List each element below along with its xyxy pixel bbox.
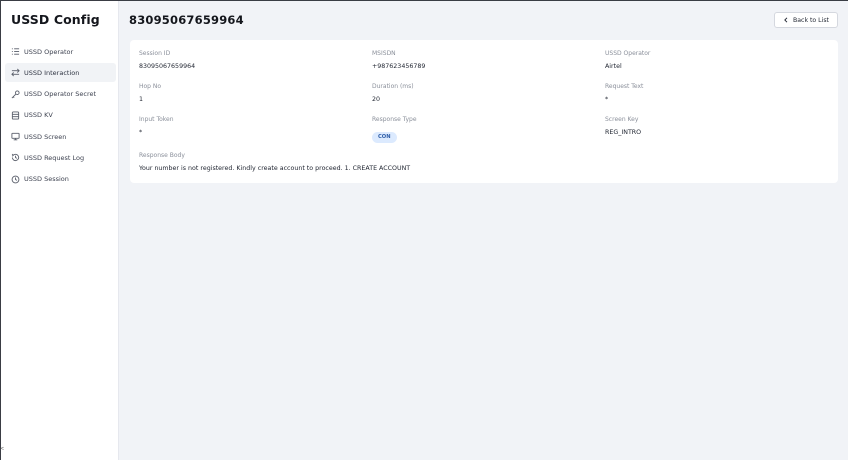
sidebar: USSD Config USSD Operator USSD Interacti… [1,1,119,460]
field-value: 83095067659964 [139,63,196,70]
field-value: 20 [372,96,381,103]
field-value: 1 [139,96,144,103]
field-request-text: Request Text * [605,83,643,103]
sidebar-item-ussd-interaction[interactable]: USSD Interaction [5,63,116,83]
sidebar-item-label: USSD Operator [24,47,74,56]
sidebar-nav: USSD Operator USSD Interaction USSD Oper… [5,42,116,191]
window-frame-top [0,0,848,1]
list-icon [10,47,20,57]
back-to-list-label: Back to List [793,16,829,24]
monitor-icon [10,132,20,142]
field-label: Screen Key [605,116,639,123]
back-to-list-button[interactable]: Back to List [774,12,838,28]
field-label: USSD Operator [605,50,651,57]
field-label: MSISDN [372,50,396,57]
sidebar-item-label: USSD Request Log [24,153,85,162]
sidebar-item-ussd-operator[interactable]: USSD Operator [5,42,116,61]
field-msisdn: MSISDN +987623456789 [372,50,425,70]
field-label: Response Body [139,152,185,159]
field-response-body: Response Body Your number is not registe… [139,152,410,172]
field-input-token: Input Token * [139,116,174,136]
field-value: REG_INTRO [605,129,642,136]
sidebar-item-ussd-session[interactable]: USSD Session [5,170,116,189]
field-label: Response Type [372,116,417,123]
field-label: Input Token [139,116,174,123]
key-icon [10,89,20,99]
arrows-swap-icon [10,68,20,78]
app-title: USSD Config [11,12,100,27]
field-label: Session ID [139,50,171,57]
sidebar-item-ussd-operator-secret[interactable]: USSD Operator Secret [5,85,116,104]
sidebar-item-label: USSD Screen [24,132,67,141]
sidebar-item-ussd-kv[interactable]: USSD KV [5,106,116,125]
field-response-type: Response Type CON [372,116,417,143]
clock-icon [10,174,20,184]
field-label: Request Text [605,83,644,90]
database-icon [10,110,20,120]
corner-glyph: < [0,446,5,452]
history-icon [10,153,20,163]
details-card: Session ID 83095067659964 MSISDN +987623… [130,40,838,183]
page-title: 83095067659964 [129,13,244,27]
sidebar-item-label: USSD Session [24,175,69,184]
sidebar-item-label: USSD Interaction [24,68,80,77]
field-value: * [605,96,609,103]
field-screen-key: Screen Key REG_INTRO [605,116,641,136]
field-label: Hop No [139,83,162,90]
field-value: Your number is not registered. Kindly cr… [139,165,411,172]
field-value: Airtel [605,63,622,70]
field-ussd-operator: USSD Operator Airtel [605,50,650,70]
field-duration: Duration (ms) 20 [372,83,414,103]
chevron-left-icon [784,17,788,23]
sidebar-item-label: USSD KV [24,111,53,120]
sidebar-item-ussd-screen[interactable]: USSD Screen [5,127,116,146]
field-session-id: Session ID 83095067659964 [139,50,195,70]
sidebar-item-label: USSD Operator Secret [24,90,97,99]
field-value: * [139,129,143,136]
field-value: +987623456789 [372,63,426,70]
field-label: Duration (ms) [372,83,414,90]
sidebar-item-ussd-request-log[interactable]: USSD Request Log [5,148,116,167]
field-hop-no: Hop No 1 [139,83,161,103]
response-type-badge: CON [372,132,397,143]
